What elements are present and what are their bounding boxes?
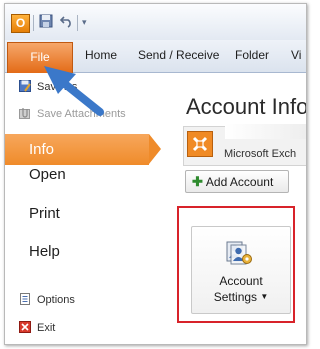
- backstage-nav: Save As Save Attachments Open Print Help…: [5, 73, 165, 344]
- exchange-account-icon: [187, 131, 213, 157]
- outlook-app-icon[interactable]: O: [11, 14, 30, 33]
- account-type: Microsoft Exch: [224, 148, 297, 160]
- nav-save-attachments[interactable]: Save Attachments: [19, 107, 126, 120]
- account-settings-label: Account Settings ▼: [191, 274, 291, 305]
- account-settings-icon: [224, 240, 254, 266]
- tab-send-receive[interactable]: Send / Receive: [138, 48, 219, 62]
- tab-home[interactable]: Home: [85, 48, 117, 62]
- nav-options-label: Options: [37, 294, 75, 306]
- undo-icon[interactable]: [59, 14, 74, 32]
- account-settings-line1: Account: [219, 274, 263, 288]
- selection-pointer: [149, 134, 161, 164]
- nav-exit-label: Exit: [37, 322, 56, 334]
- customize-icon[interactable]: ▾: [82, 14, 87, 30]
- quick-access-toolbar: O ▾: [5, 4, 306, 40]
- dropdown-caret-icon: ▼: [260, 292, 269, 301]
- qat-separator: [77, 15, 78, 31]
- tab-file[interactable]: File: [7, 42, 73, 73]
- save-icon[interactable]: [39, 14, 53, 32]
- add-account-label: Add Account: [205, 175, 274, 189]
- nav-exit[interactable]: Exit: [19, 321, 55, 334]
- account-settings-line2: Settings: [213, 290, 258, 304]
- nav-info[interactable]: Info: [5, 134, 149, 165]
- nav-save-as-label: Save As: [37, 81, 78, 93]
- nav-open[interactable]: Open: [29, 166, 66, 183]
- options-icon: [19, 293, 31, 305]
- exit-icon: [19, 321, 31, 333]
- nav-help[interactable]: Help: [29, 243, 60, 260]
- tab-view[interactable]: Vi: [291, 48, 301, 62]
- account-name-redacted: [225, 124, 306, 139]
- nav-save-as[interactable]: Save As: [19, 80, 77, 93]
- nav-save-attachments-label: Save Attachments: [37, 108, 126, 120]
- save-attachments-icon: [19, 107, 31, 119]
- save-as-icon: [19, 80, 31, 92]
- nav-print[interactable]: Print: [29, 205, 60, 222]
- page-title: Account Info: [186, 94, 307, 119]
- account-settings-line2-wrap: Settings ▼: [191, 289, 291, 305]
- outlook-window: O ▾ Home Send / Receive Folder Vi File S…: [4, 3, 307, 345]
- qat-separator: [33, 15, 34, 31]
- add-account-button[interactable]: ✚ Add Account: [185, 170, 289, 193]
- plus-icon: ✚: [192, 174, 203, 189]
- tab-folder[interactable]: Folder: [235, 48, 269, 62]
- nav-options[interactable]: Options: [19, 293, 75, 306]
